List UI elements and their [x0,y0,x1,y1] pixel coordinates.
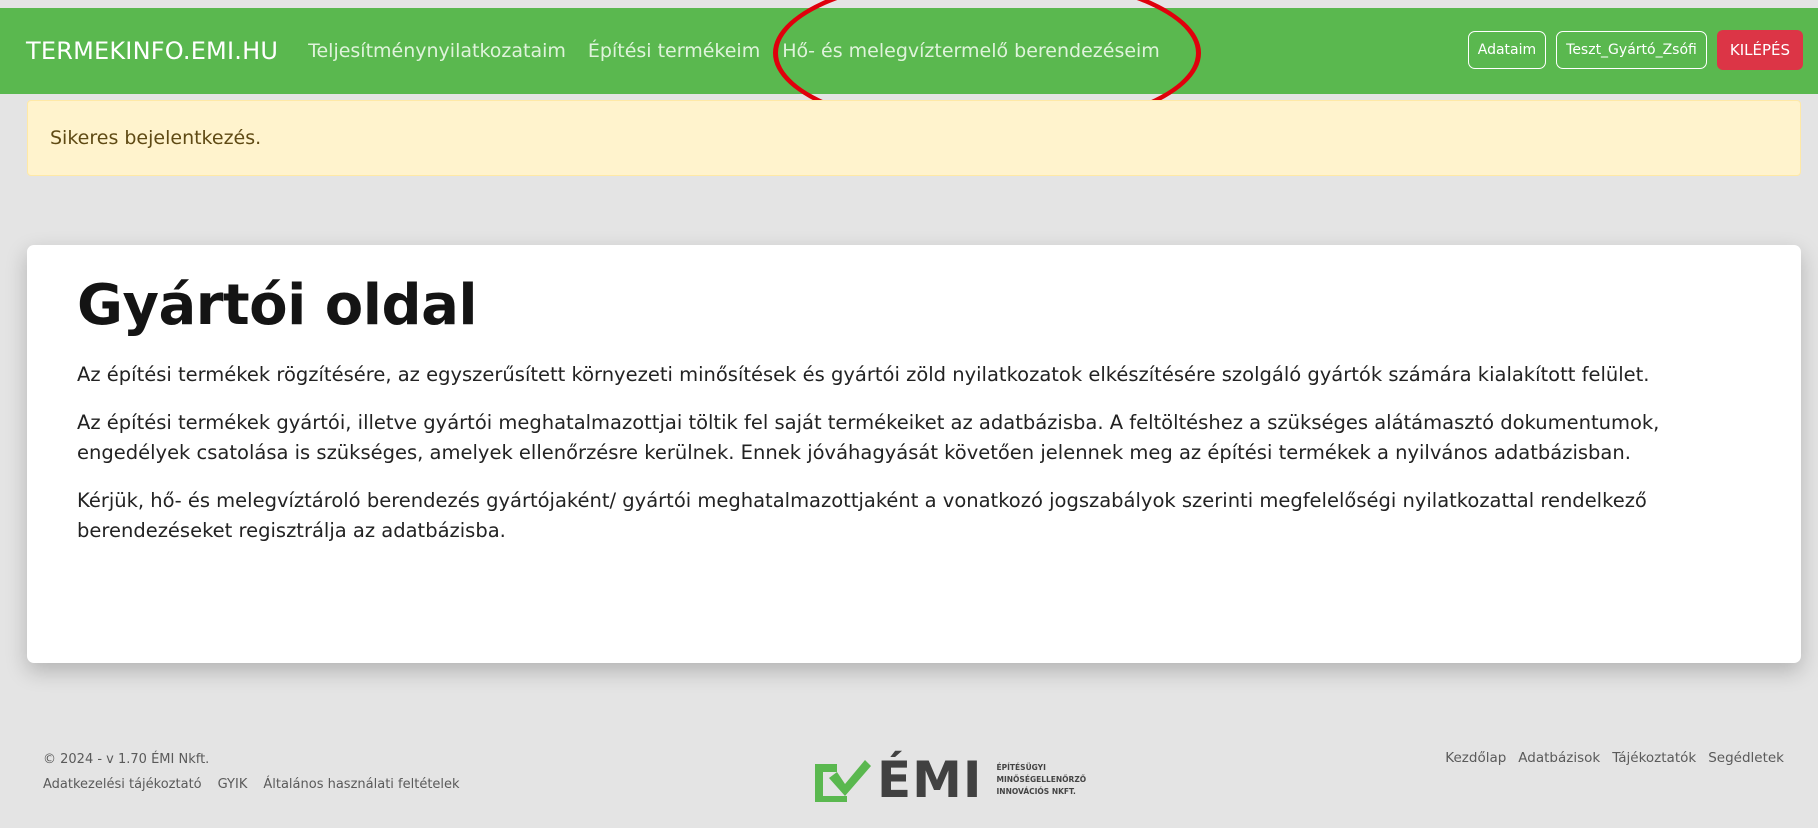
user-profile-button[interactable]: Teszt_Gyártó_Zsófi [1556,31,1707,69]
alert-message: Sikeres bejelentkezés. [50,127,262,149]
page-title: Gyártói oldal [77,273,478,338]
copyright-text: © 2024 - v 1.70 ÉMI Nkft. [43,752,210,767]
footer-right-links: Kezdőlap Adatbázisok Tájékoztatók Segédl… [1445,750,1784,766]
footer-link-terms[interactable]: Általános használati feltételek [263,777,459,792]
nav-link-heat-equipment[interactable]: Hő- és melegvíztermelő berendezéseim [782,40,1160,62]
emi-checkmark-icon [815,760,871,802]
registration-request-paragraph: Kérjük, hő- és melegvíztároló berendezés… [77,489,1647,542]
my-data-button[interactable]: Adataim [1467,31,1547,69]
footer-link-faq[interactable]: GYIK [218,777,248,792]
nav-link-declarations[interactable]: Teljesítménynyilatkozataim [308,40,566,62]
nav-links: Teljesítménynyilatkozataim Építési termé… [308,40,1160,62]
emi-logo-line-3: INNOVÁCIÓS NKFT. [996,787,1076,796]
emi-logo-word: ÉMI [877,751,983,809]
emi-logo-subtitle: ÉPÍTÉSÜGYI MINŐSÉGELLENŐRZŐ INNOVÁCIÓS N… [997,762,1087,798]
nav-link-products[interactable]: Építési termékeim [588,40,760,62]
footer-link-privacy[interactable]: Adatkezelési tájékoztató [43,777,202,792]
footer-link-databases[interactable]: Adatbázisok [1518,750,1600,766]
success-alert: Sikeres bejelentkezés. [27,100,1801,176]
top-navbar: TERMEKINFO.EMI.HU Teljesítménynyilatkoza… [0,8,1818,94]
emi-logo-line-2: MINŐSÉGELLENŐRZŐ [996,775,1087,784]
nav-user-actions: Adataim Teszt_Gyártó_Zsófi KILÉPÉS [1467,30,1803,70]
main-card: Gyártói oldal Az építési termékek rögzít… [27,245,1801,663]
logout-button[interactable]: KILÉPÉS [1716,30,1803,70]
intro-paragraph: Az építési termékek rögzítésére, az egys… [77,363,1650,386]
upload-info-paragraph: Az építési termékek gyártói, illetve gyá… [77,411,1660,464]
footer-link-home[interactable]: Kezdőlap [1445,750,1506,766]
footer-left: © 2024 - v 1.70 ÉMI Nkft. Adatkezelési t… [43,752,460,792]
footer-link-helpers[interactable]: Segédletek [1708,750,1784,766]
emi-logo[interactable]: ÉMI ÉPÍTÉSÜGYI MINŐSÉGELLENŐRZŐ INNOVÁCI… [815,751,1087,809]
site-brand[interactable]: TERMEKINFO.EMI.HU [26,37,278,65]
emi-logo-line-1: ÉPÍTÉSÜGYI [996,763,1046,772]
footer-link-guides[interactable]: Tájékoztatók [1612,750,1696,766]
